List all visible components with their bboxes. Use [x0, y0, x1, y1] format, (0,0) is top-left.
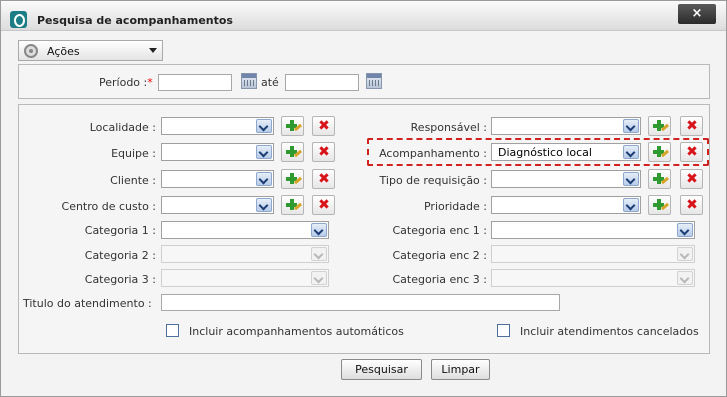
chevron-down-icon	[256, 145, 272, 159]
acompanhamento-label: Acompanhamento :	[379, 147, 487, 160]
categoria3-select	[161, 269, 329, 287]
calendar-icon[interactable]	[366, 73, 382, 89]
responsavel-label: Responsável :	[410, 121, 487, 134]
localidade-label: Localidade :	[89, 121, 156, 134]
prioridade-select[interactable]	[491, 196, 641, 214]
categoria-enc2-select	[491, 245, 695, 263]
categoria-enc1-select[interactable]	[491, 221, 695, 239]
acompanhamento-select[interactable]: Diagnóstico local	[491, 143, 641, 161]
tipo-requisicao-label: Tipo de requisição :	[379, 174, 487, 187]
red-x-icon: ✖	[686, 118, 698, 134]
categoria-enc3-select	[491, 269, 695, 287]
chevron-down-icon	[623, 119, 639, 133]
equipe-select[interactable]	[161, 143, 274, 161]
prioridade-add-button[interactable]	[648, 195, 671, 215]
equipe-add-button[interactable]	[281, 142, 304, 162]
automaticos-label: Incluir acompanhamentos automáticos	[189, 325, 404, 338]
categoria-enc2-label: Categoria enc 2 :	[392, 249, 487, 262]
prioridade-remove-button[interactable]: ✖	[680, 195, 703, 215]
dialog-title: Pesquisa de acompanhamentos	[37, 14, 233, 27]
red-x-icon: ✖	[318, 118, 330, 134]
cliente-select[interactable]	[161, 170, 274, 188]
red-x-icon: ✖	[318, 144, 330, 160]
automaticos-checkbox[interactable]	[166, 324, 179, 337]
chevron-down-icon	[623, 145, 639, 159]
titulo-input[interactable]	[161, 294, 560, 311]
centro-custo-select[interactable]	[161, 196, 274, 214]
responsavel-remove-button[interactable]: ✖	[680, 116, 703, 136]
period-from-input[interactable]	[158, 74, 232, 91]
responsavel-add-button[interactable]	[648, 116, 671, 136]
categoria3-label: Categoria 3 :	[84, 273, 156, 286]
chevron-down-icon	[623, 172, 639, 186]
responsavel-select[interactable]	[491, 117, 641, 135]
acompanhamento-remove-button[interactable]: ✖	[680, 142, 703, 162]
chevron-down-icon	[677, 223, 693, 237]
search-dialog: Pesquisa de acompanhamentos × Ações Perí…	[0, 0, 727, 397]
close-button[interactable]: ×	[678, 4, 716, 24]
chevron-down-icon	[623, 198, 639, 212]
chevron-down-icon	[256, 198, 272, 212]
gear-icon	[24, 44, 38, 58]
chevron-down-icon	[311, 223, 327, 237]
categoria1-select[interactable]	[161, 221, 329, 239]
red-x-icon: ✖	[686, 171, 698, 187]
acompanhamento-add-button[interactable]	[648, 142, 671, 162]
equipe-remove-button[interactable]: ✖	[312, 142, 335, 162]
title-bar: Pesquisa de acompanhamentos ×	[1, 1, 726, 31]
red-x-icon: ✖	[686, 144, 698, 160]
prioridade-label: Prioridade :	[423, 200, 487, 213]
acoes-label: Ações	[47, 45, 80, 58]
cancelados-label: Incluir atendimentos cancelados	[520, 325, 699, 338]
period-to-input[interactable]	[285, 74, 359, 91]
tipo-requisicao-add-button[interactable]	[648, 169, 671, 189]
red-x-icon: ✖	[686, 197, 698, 213]
tipo-requisicao-remove-button[interactable]: ✖	[680, 169, 703, 189]
red-x-icon: ✖	[318, 171, 330, 187]
period-panel: Período :* até	[18, 64, 710, 99]
chevron-down-icon	[311, 247, 327, 261]
titulo-label: Titulo do atendimento :	[23, 297, 152, 310]
cancelados-checkbox[interactable]	[497, 324, 510, 337]
localidade-select[interactable]	[161, 117, 274, 135]
chevron-down-icon	[256, 172, 272, 186]
app-logo-icon	[10, 11, 27, 28]
cliente-label: Cliente :	[110, 174, 156, 187]
tipo-requisicao-select[interactable]	[491, 170, 641, 188]
period-label: Período :*	[99, 76, 153, 89]
localidade-remove-button[interactable]: ✖	[312, 116, 335, 136]
caret-down-icon	[149, 48, 157, 53]
chevron-down-icon	[311, 271, 327, 285]
pesquisar-button[interactable]: Pesquisar	[341, 359, 422, 380]
centro-custo-add-button[interactable]	[281, 195, 304, 215]
chevron-down-icon	[677, 271, 693, 285]
cliente-remove-button[interactable]: ✖	[312, 169, 335, 189]
calendar-icon[interactable]	[241, 73, 257, 89]
equipe-label: Equipe :	[111, 147, 156, 160]
chevron-down-icon	[256, 119, 272, 133]
categoria2-select	[161, 245, 329, 263]
chevron-down-icon	[677, 247, 693, 261]
centro-custo-label: Centro de custo :	[61, 200, 156, 213]
categoria-enc1-label: Categoria enc 1 :	[392, 224, 487, 237]
limpar-button[interactable]: Limpar	[431, 359, 490, 380]
red-x-icon: ✖	[318, 197, 330, 213]
cliente-add-button[interactable]	[281, 169, 304, 189]
acoes-dropdown[interactable]: Ações	[18, 40, 163, 61]
categoria1-label: Categoria 1 :	[84, 224, 156, 237]
centro-custo-remove-button[interactable]: ✖	[312, 195, 335, 215]
categoria-enc3-label: Categoria enc 3 :	[392, 273, 487, 286]
categoria2-label: Categoria 2 :	[84, 249, 156, 262]
until-label: até	[261, 76, 279, 89]
localidade-add-button[interactable]	[281, 116, 304, 136]
